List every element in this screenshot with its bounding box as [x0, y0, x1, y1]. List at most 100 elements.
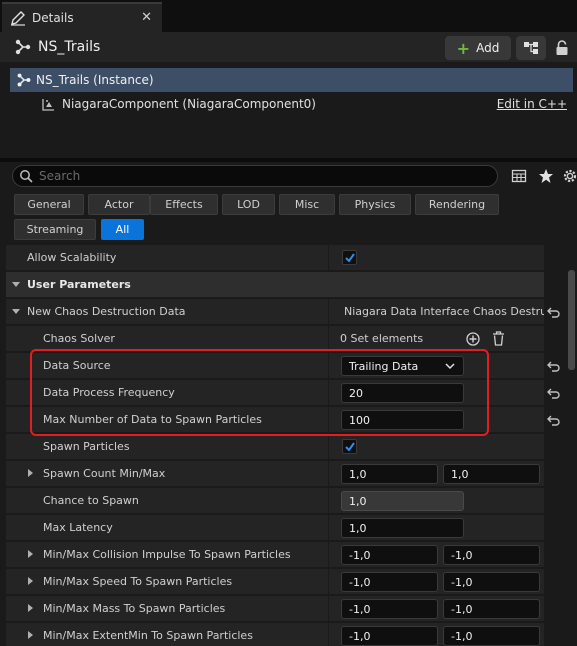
category-label: User Parameters	[27, 278, 131, 291]
expand-arrow-icon[interactable]	[28, 604, 33, 612]
expand-arrow-icon[interactable]	[28, 550, 33, 558]
filter-streaming[interactable]: Streaming	[14, 219, 96, 240]
prop-row-chaos-destruction-data: New Chaos Destruction Data Niagara Data …	[6, 299, 544, 325]
tab-details[interactable]: Details ✕	[2, 2, 162, 32]
prop-row-collision-impulse: Min/Max Collision Impulse To Spawn Parti…	[6, 542, 544, 568]
reset-arrow-icon[interactable]	[547, 388, 561, 400]
spawn-count-max-input[interactable]: 1,0	[443, 464, 540, 484]
details-header: NS_Trails + Add	[0, 32, 577, 62]
expand-arrow-icon[interactable]	[28, 577, 33, 585]
blueprint-icon	[524, 42, 538, 54]
expand-arrow-icon[interactable]	[28, 469, 33, 477]
chance-to-spawn-slider[interactable]: 1,0	[341, 491, 464, 511]
lock-icon[interactable]	[555, 40, 569, 56]
chevron-down-icon	[445, 363, 455, 370]
tree-item-instance[interactable]: NS_Trails (Instance)	[10, 68, 573, 92]
filter-lod[interactable]: LOD	[222, 194, 275, 215]
extent-min-max-input[interactable]: -1,0	[443, 626, 540, 646]
tree-item-instance-label: NS_Trails (Instance)	[36, 73, 154, 87]
star-icon[interactable]	[538, 168, 554, 184]
property-grid: Allow Scalability User Parameters New Ch…	[6, 245, 544, 646]
data-process-frequency-input[interactable]: 20	[341, 383, 464, 403]
spawn-particles-checkbox[interactable]	[342, 439, 357, 454]
chaos-data-value: Niagara Data Interface Chaos Destruct	[344, 305, 544, 318]
prop-row-chance-to-spawn: Chance to Spawn 1,0	[6, 488, 544, 514]
edit-in-cpp-link[interactable]: Edit in C++	[497, 97, 567, 111]
extent-min-min-input[interactable]: -1,0	[341, 626, 438, 646]
expand-arrow-icon[interactable]	[28, 631, 33, 639]
prop-row-data-source: Data Source Trailing Data	[6, 353, 544, 379]
chaos-solver-value: 0 Set elements	[340, 332, 424, 345]
prop-label: Min/Max Mass To Spawn Particles	[43, 602, 226, 615]
prop-label: Min/Max Collision Impulse To Spawn Parti…	[43, 548, 291, 561]
tab-bar: Details ✕	[0, 0, 577, 32]
reset-arrow-icon[interactable]	[547, 307, 561, 319]
niagara-system-icon	[15, 39, 31, 55]
niagara-system-icon	[17, 73, 31, 87]
search-input[interactable]: Search	[12, 165, 498, 187]
prop-label: New Chaos Destruction Data	[27, 305, 186, 318]
prop-row-spawn-count: Spawn Count Min/Max 1,0 1,0	[6, 461, 544, 487]
scrollbar[interactable]	[566, 245, 577, 646]
panel-divider[interactable]	[0, 158, 577, 162]
check-icon	[345, 253, 355, 263]
prop-label: Spawn Particles	[43, 440, 130, 453]
prop-row-extent-min: Min/Max ExtentMin To Spawn Particles -1,…	[6, 623, 544, 646]
prop-label: Max Number of Data to Spawn Particles	[43, 413, 262, 426]
data-source-value: Trailing Data	[349, 360, 419, 373]
prop-label: Data Source	[43, 359, 111, 372]
category-user-parameters[interactable]: User Parameters	[6, 272, 544, 298]
prop-label: Max Latency	[43, 521, 113, 534]
collapse-arrow-icon	[12, 282, 20, 287]
trash-icon[interactable]	[492, 331, 505, 346]
filter-actor[interactable]: Actor	[88, 194, 150, 215]
filter-effects[interactable]: Effects	[150, 194, 218, 215]
prop-row-spawn-particles: Spawn Particles	[6, 434, 544, 460]
tree-item-component[interactable]: NiagaraComponent (NiagaraComponent0) Edi…	[10, 94, 573, 116]
prop-row-max-latency: Max Latency 1,0	[6, 515, 544, 541]
prop-row-chaos-solver: Chaos Solver 0 Set elements	[6, 326, 544, 352]
collision-impulse-min-input[interactable]: -1,0	[341, 545, 438, 565]
prop-row-mass: Min/Max Mass To Spawn Particles -1,0 -1,…	[6, 596, 544, 622]
mass-min-input[interactable]: -1,0	[341, 599, 438, 619]
prop-row-max-number-data: Max Number of Data to Spawn Particles 10…	[6, 407, 544, 433]
tab-details-label: Details	[32, 11, 74, 25]
check-icon	[345, 442, 355, 452]
speed-max-input[interactable]: -1,0	[443, 572, 540, 592]
mass-max-input[interactable]: -1,0	[443, 599, 540, 619]
filter-general[interactable]: General	[14, 194, 84, 215]
reset-column	[544, 245, 566, 646]
filter-physics[interactable]: Physics	[339, 194, 411, 215]
speed-min-input[interactable]: -1,0	[341, 572, 438, 592]
filter-misc[interactable]: Misc	[279, 194, 335, 215]
search-placeholder: Search	[39, 169, 81, 183]
data-source-dropdown[interactable]: Trailing Data	[341, 356, 464, 376]
prop-label: Data Process Frequency	[43, 386, 175, 399]
prop-label: Chance to Spawn	[43, 494, 139, 507]
add-button-label: Add	[476, 41, 500, 55]
scrollbar-thumb[interactable]	[568, 270, 575, 370]
max-number-data-input[interactable]: 100	[341, 410, 464, 430]
blueprint-button[interactable]	[516, 36, 546, 60]
filter-all[interactable]: All	[101, 219, 144, 240]
gear-icon[interactable]	[562, 168, 577, 184]
filter-rendering[interactable]: Rendering	[415, 194, 499, 215]
max-latency-input[interactable]: 1,0	[341, 518, 464, 538]
allow-scalability-checkbox[interactable]	[342, 250, 357, 265]
add-component-button[interactable]: + Add	[445, 36, 511, 60]
reset-arrow-icon[interactable]	[547, 361, 561, 373]
niagara-component-icon	[42, 99, 54, 111]
prop-label: Chaos Solver	[43, 332, 115, 345]
prop-label: Min/Max ExtentMin To Spawn Particles	[43, 629, 253, 642]
tree-item-component-label: NiagaraComponent (NiagaraComponent0)	[62, 97, 316, 111]
add-element-icon[interactable]	[466, 332, 480, 346]
search-icon	[20, 170, 33, 183]
collision-impulse-max-input[interactable]: -1,0	[443, 545, 540, 565]
reset-arrow-icon[interactable]	[547, 415, 561, 427]
component-tree: NS_Trails (Instance) NiagaraComponent (N…	[4, 64, 577, 158]
close-icon[interactable]: ✕	[141, 10, 152, 25]
collapse-arrow-icon[interactable]	[12, 309, 20, 314]
prop-label: Min/Max Speed To Spawn Particles	[43, 575, 233, 588]
table-view-icon[interactable]	[511, 168, 527, 184]
spawn-count-min-input[interactable]: 1,0	[341, 464, 438, 484]
